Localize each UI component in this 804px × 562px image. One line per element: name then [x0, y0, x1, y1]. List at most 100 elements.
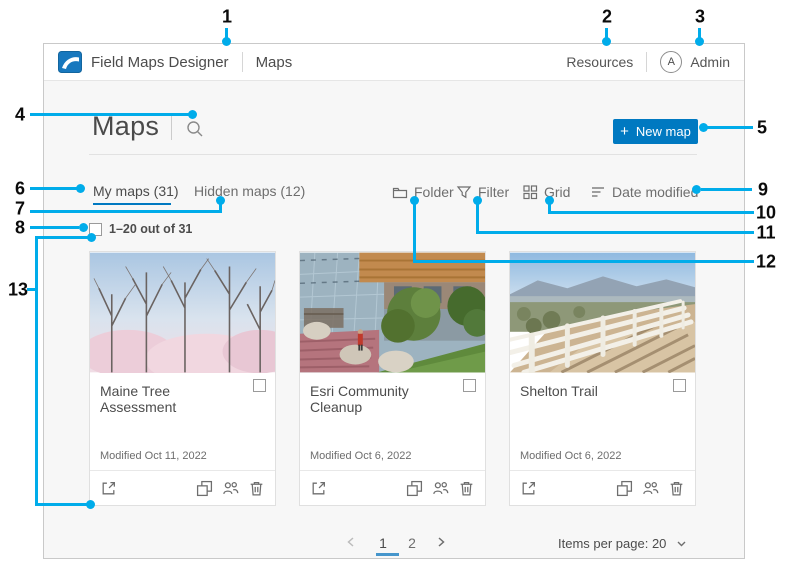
tab-my-maps[interactable]: My maps (31) [93, 183, 179, 199]
card-actions [300, 471, 485, 505]
search-icon[interactable] [185, 119, 205, 139]
map-card-maine-tree-assessment[interactable]: Maine Tree Assessment Modified Oct 11, 2… [89, 251, 276, 506]
callout-dot-10 [545, 196, 554, 205]
filter-icon [456, 184, 472, 200]
callout-line-5 [706, 126, 753, 129]
callout-dot-12 [410, 196, 419, 205]
callout-dot-6 [76, 184, 85, 193]
callout-label-2: 2 [602, 7, 612, 28]
app-window: Field Maps Designer Maps Resources A Adm… [43, 43, 745, 559]
callout-label-13: 13 [8, 280, 28, 301]
tab-hidden-maps[interactable]: Hidden maps (12) [194, 183, 305, 199]
map-thumbnail-trees [90, 252, 275, 373]
callout-line-12b [413, 202, 416, 263]
card-actions [90, 471, 275, 505]
share-group-icon[interactable] [222, 480, 239, 497]
duplicate-icon[interactable] [616, 480, 633, 497]
selection-count-label: 1–20 out of 31 [109, 222, 192, 236]
header-divider-2 [646, 52, 647, 72]
open-map-icon[interactable] [100, 480, 117, 497]
next-page-icon[interactable] [434, 534, 451, 551]
callout-line-6 [30, 187, 77, 190]
title-divider [171, 116, 172, 140]
callout-label-12: 12 [756, 252, 776, 273]
callout-label-6: 6 [15, 179, 25, 200]
card-checkbox[interactable] [253, 379, 266, 392]
card-title: Esri Community Cleanup [310, 383, 450, 415]
callout-line-11b [476, 202, 479, 234]
folder-button[interactable]: Folder [392, 184, 454, 200]
card-checkbox[interactable] [673, 379, 686, 392]
previous-page-icon[interactable] [344, 534, 361, 551]
callout-line-11 [478, 231, 754, 234]
sort-icon [590, 184, 606, 200]
app-header: Field Maps Designer Maps Resources A Adm… [44, 44, 744, 81]
open-map-icon[interactable] [520, 480, 537, 497]
callout-label-3: 3 [695, 7, 705, 28]
delete-icon[interactable] [458, 480, 475, 497]
callout-line-4 [30, 113, 189, 116]
callout-dot-4 [188, 110, 197, 119]
card-actions [510, 471, 695, 505]
sort-button[interactable]: Date modified [590, 184, 698, 200]
duplicate-icon[interactable] [406, 480, 423, 497]
map-thumbnail-trail [510, 252, 695, 373]
callout-dot-5 [699, 123, 708, 132]
callout-line-13-vertical [35, 236, 38, 506]
callout-dot-8 [79, 223, 88, 232]
callout-dot-7 [216, 196, 225, 205]
page-1[interactable]: 1 [376, 535, 390, 551]
new-map-button[interactable]: + New map [613, 119, 698, 144]
items-per-page-dropdown[interactable]: Items per page: 20 [558, 536, 688, 551]
callout-line-12 [415, 260, 754, 263]
delete-icon[interactable] [248, 480, 265, 497]
open-map-icon[interactable] [310, 480, 327, 497]
callout-line-13-top [35, 236, 89, 239]
nav-resources[interactable]: Resources [566, 54, 633, 70]
delete-icon[interactable] [668, 480, 685, 497]
callout-label-4: 4 [15, 105, 25, 126]
callout-dot-1 [222, 37, 231, 46]
callout-dot-13-bottom [86, 500, 95, 509]
account-menu[interactable]: Admin [690, 54, 730, 70]
map-card-shelton-trail[interactable]: Shelton Trail Modified Oct 6, 2022 [509, 251, 696, 506]
title-rule [89, 154, 697, 155]
callout-dot-3 [695, 37, 704, 46]
screenshot-root: Field Maps Designer Maps Resources A Adm… [0, 0, 804, 562]
map-thumbnail-building [300, 252, 485, 373]
share-group-icon[interactable] [642, 480, 659, 497]
nav-maps[interactable]: Maps [256, 54, 293, 71]
callout-label-7: 7 [15, 199, 25, 220]
callout-label-11: 11 [756, 223, 775, 244]
callout-label-1: 1 [222, 7, 232, 28]
callout-label-5: 5 [757, 118, 767, 139]
callout-line-10 [550, 211, 754, 214]
map-card-esri-community-cleanup[interactable]: Esri Community Cleanup Modified Oct 6, 2… [299, 251, 486, 506]
card-modified-date: Modified Oct 11, 2022 [100, 450, 207, 462]
header-divider [242, 52, 243, 72]
callout-label-9: 9 [758, 180, 768, 201]
callout-dot-11 [473, 196, 482, 205]
folder-icon [392, 184, 408, 200]
share-group-icon[interactable] [432, 480, 449, 497]
esri-logo-icon [58, 51, 82, 73]
filter-button[interactable]: Filter [456, 184, 509, 200]
duplicate-icon[interactable] [196, 480, 213, 497]
chevron-down-icon [675, 537, 688, 550]
pagination: 1 2 [344, 534, 451, 551]
callout-label-8: 8 [15, 218, 25, 239]
grid-icon [522, 184, 538, 200]
card-title: Shelton Trail [520, 383, 660, 399]
current-page-underline [376, 553, 399, 556]
app-title: Field Maps Designer [91, 54, 229, 71]
page-2[interactable]: 2 [405, 535, 419, 551]
callout-dot-13-top [87, 233, 96, 242]
callout-line-7 [30, 210, 222, 213]
callout-line-8 [30, 226, 79, 229]
card-checkbox[interactable] [463, 379, 476, 392]
active-tab-underline [93, 203, 171, 205]
callout-label-10: 10 [756, 203, 776, 224]
callout-dot-9 [692, 185, 701, 194]
avatar[interactable]: A [660, 51, 682, 73]
plus-icon: + [620, 124, 629, 139]
